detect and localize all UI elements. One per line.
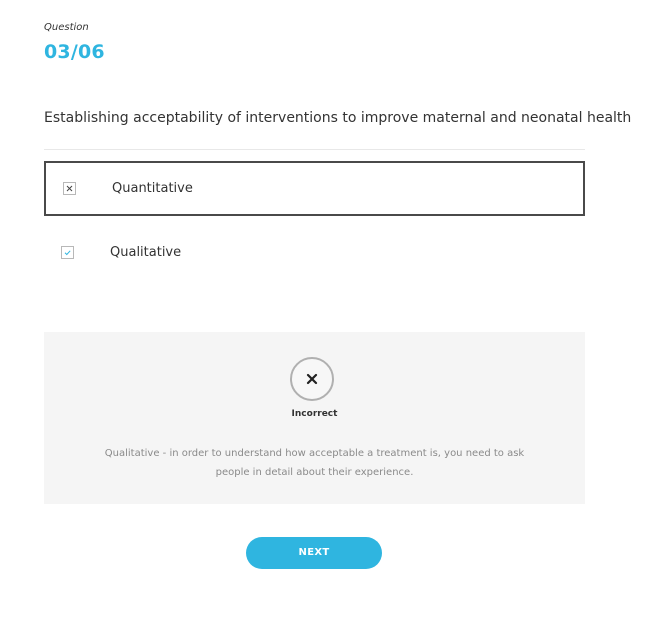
option-checkbox[interactable] bbox=[61, 246, 74, 259]
option-label: Quantitative bbox=[112, 181, 193, 196]
feedback-explanation: Qualitative - in order to understand how… bbox=[104, 448, 525, 478]
feedback-panel: Incorrect Qualitative - in order to unde… bbox=[44, 332, 585, 504]
cross-icon bbox=[66, 185, 73, 192]
check-icon bbox=[64, 250, 71, 256]
option-checkbox[interactable] bbox=[63, 182, 76, 195]
cross-icon bbox=[306, 373, 318, 385]
feedback-status: Incorrect bbox=[291, 409, 338, 419]
question-label: Question bbox=[44, 22, 89, 33]
question-counter: 03/06 bbox=[44, 41, 105, 63]
option-label: Qualitative bbox=[110, 245, 182, 260]
divider bbox=[44, 149, 585, 150]
question-text: Establishing acceptability of interventi… bbox=[44, 110, 632, 126]
next-button[interactable]: NEXT bbox=[246, 537, 382, 569]
option-quantitative[interactable]: Quantitative bbox=[44, 161, 585, 216]
option-qualitative[interactable]: Qualitative bbox=[44, 225, 585, 280]
incorrect-status-icon bbox=[290, 357, 334, 401]
